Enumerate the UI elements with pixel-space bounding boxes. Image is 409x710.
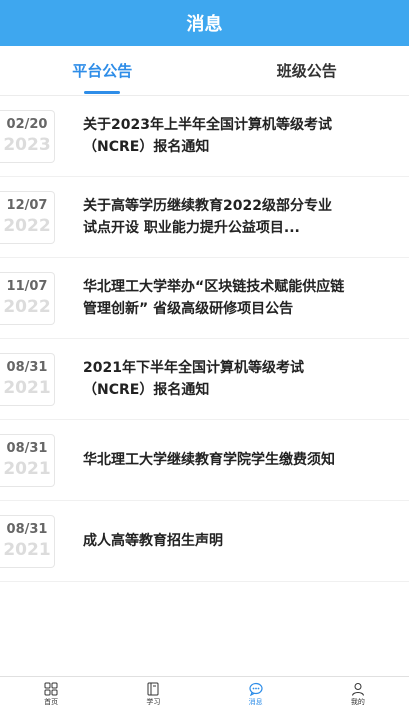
announcement-item[interactable]: 08/31 2021 2021年下半年全国计算机等级考试（NCRE）报名通知 (0, 339, 409, 420)
announcement-title: 关于高等学历继续教育2022级部分专业试点开设 职业能力提升公益项目... (83, 198, 332, 236)
announcement-title: 关于2023年上半年全国计算机等级考试（NCRE）报名通知 (83, 117, 332, 155)
nav-label: 消息 (248, 697, 263, 706)
date-month-day: 11/07 (6, 279, 48, 294)
date-badge: 11/07 2022 (0, 271, 55, 325)
page-header: 消息 (0, 0, 409, 46)
date-month-day: 12/07 (6, 198, 48, 213)
chat-icon (249, 682, 263, 696)
nav-label: 我的 (350, 697, 365, 706)
date-month-day: 02/20 (6, 117, 48, 132)
date-month-day: 08/31 (6, 522, 48, 537)
announcement-item[interactable]: 11/07 2022 华北理工大学举办“区块链技术赋能供应链管理创新” 省级高级… (0, 258, 409, 339)
date-badge: 12/07 2022 (0, 190, 55, 244)
announcement-title: 2021年下半年全国计算机等级考试（NCRE）报名通知 (83, 360, 304, 398)
announcement-item[interactable]: 08/31 2021 成人高等教育招生声明 (0, 501, 409, 582)
tab-class-announcements[interactable]: 班级公告 (205, 46, 409, 95)
active-tab-indicator (84, 91, 121, 94)
announcement-title: 华北理工大学举办“区块链技术赋能供应链管理创新” 省级高级研修项目公告 (83, 279, 345, 317)
date-year: 2021 (3, 378, 51, 398)
tab-platform-announcements[interactable]: 平台公告 (0, 46, 205, 95)
date-month-day: 08/31 (6, 360, 48, 375)
bottom-nav: 首页 学习 消息 我的 (0, 676, 409, 710)
tab-bar: 平台公告 班级公告 (0, 46, 409, 96)
nav-item-profile[interactable]: 我的 (307, 677, 409, 710)
date-badge: 08/31 2021 (0, 352, 55, 406)
announcement-title: 华北理工大学继续教育学院学生缴费须知 (83, 452, 335, 468)
date-year: 2023 (3, 135, 51, 155)
announcement-title: 成人高等教育招生声明 (83, 533, 223, 549)
announcement-item[interactable]: 08/31 2021 华北理工大学继续教育学院学生缴费须知 (0, 420, 409, 501)
date-year: 2022 (3, 297, 51, 317)
announcement-item[interactable]: 12/07 2022 关于高等学历继续教育2022级部分专业试点开设 职业能力提… (0, 177, 409, 258)
date-badge: 08/31 2021 (0, 433, 55, 487)
date-badge: 08/31 2021 (0, 514, 55, 568)
nav-label: 首页 (44, 697, 59, 706)
date-month-day: 08/31 (6, 441, 48, 456)
nav-item-messages[interactable]: 消息 (205, 677, 307, 710)
grid-icon (44, 682, 58, 695)
nav-item-study[interactable]: 学习 (102, 677, 204, 710)
announcement-item[interactable]: 02/20 2023 关于2023年上半年全国计算机等级考试（NCRE）报名通知 (0, 96, 409, 177)
user-icon (351, 682, 364, 696)
date-year: 2021 (3, 459, 51, 479)
date-year: 2022 (3, 216, 51, 236)
page-title: 消息 (186, 14, 223, 35)
tab-label: 平台公告 (72, 62, 133, 80)
book-icon (147, 682, 159, 695)
nav-item-home[interactable]: 首页 (0, 677, 102, 710)
tab-label: 班级公告 (276, 62, 337, 80)
date-badge: 02/20 2023 (0, 109, 55, 163)
announcement-list: 02/20 2023 关于2023年上半年全国计算机等级考试（NCRE）报名通知… (0, 96, 409, 582)
nav-label: 学习 (146, 697, 161, 706)
date-year: 2021 (3, 540, 51, 560)
